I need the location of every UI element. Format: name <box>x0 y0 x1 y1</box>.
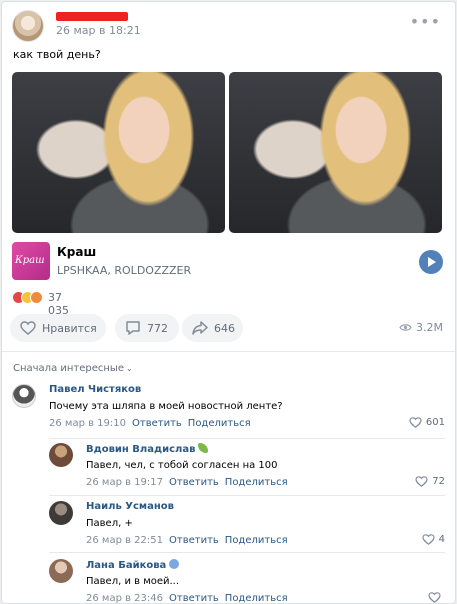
comment-like-button[interactable]: 4 <box>422 534 445 545</box>
reply-link[interactable]: Ответить <box>169 535 219 546</box>
heart-icon <box>20 321 36 335</box>
reply-link[interactable]: Ответить <box>132 418 182 429</box>
post-actions: Нравится 772 646 3.2M <box>10 314 447 342</box>
share-link[interactable]: Поделиться <box>188 418 251 429</box>
commenter-name-text: Вдовин Владислав <box>86 444 196 455</box>
comment-text: Павел, и в моей... <box>86 576 180 587</box>
play-icon[interactable] <box>419 250 443 274</box>
heart-icon <box>428 592 441 603</box>
heart-icon <box>415 476 428 487</box>
divider <box>2 351 455 352</box>
post-card: 26 мар в 18:21 ••• как твой день? Краш К… <box>1 1 456 604</box>
post-date[interactable]: 26 мар в 18:21 <box>56 24 141 37</box>
comment-date[interactable]: 26 мар в 19:17 <box>86 477 163 488</box>
eye-icon <box>399 324 412 331</box>
commenter-name[interactable]: Павел Чистяков <box>49 384 141 395</box>
reply-link[interactable]: Ответить <box>169 477 219 488</box>
audio-cover-text: Краш <box>15 255 45 266</box>
share-icon <box>192 321 208 335</box>
like-label: Нравится <box>42 321 97 335</box>
comment-likes: 72 <box>432 476 445 487</box>
commenter-name[interactable]: Вдовин Владислав <box>86 443 209 455</box>
comment-item: Наиль Усманов Павел, + 26 мар в 22:51 Отв… <box>49 495 445 555</box>
audio-attachment[interactable]: Краш Краш LPSHKAA, ROLDOZZZER <box>12 242 445 280</box>
comment-likes: 601 <box>425 417 445 428</box>
comment-date[interactable]: 26 мар в 23:46 <box>86 593 163 603</box>
comment-item: Лана Байкова Павел, и в моей... 26 мар в… <box>49 552 445 603</box>
comment-like-button[interactable]: 72 <box>415 476 445 487</box>
commenter-avatar[interactable] <box>49 443 73 467</box>
angry-reaction-icon <box>30 291 43 304</box>
comment-separator <box>49 438 445 439</box>
comment-meta: 26 мар в 19:17 Ответить Поделиться <box>86 477 288 488</box>
author-avatar[interactable] <box>12 10 44 42</box>
comments-sort-dropdown[interactable]: Сначала интересные ⌄ <box>13 363 133 374</box>
comment-like-button[interactable]: 601 <box>409 417 445 428</box>
share-link[interactable]: Поделиться <box>225 593 288 603</box>
comment-separator <box>49 495 445 496</box>
post-photo-1[interactable] <box>12 72 225 233</box>
comment-text: Почему эта шляпа в моей новостной ленте? <box>49 401 283 412</box>
share-button[interactable]: 646 <box>182 314 243 342</box>
comment-meta: 26 мар в 19:10 Ответить Поделиться <box>49 418 251 429</box>
more-horizontal-icon[interactable]: ••• <box>410 14 441 30</box>
post-text: как твой день? <box>13 48 101 61</box>
heart-icon <box>409 417 422 428</box>
comment-meta: 26 мар в 23:46 Ответить Поделиться <box>86 593 288 603</box>
share-link[interactable]: Поделиться <box>225 477 288 488</box>
heart-icon <box>422 534 435 545</box>
commenter-name[interactable]: Лана Байкова <box>86 559 180 571</box>
character-emoji-icon <box>169 559 180 569</box>
commenter-avatar[interactable] <box>12 384 36 408</box>
views-counter: 3.2M <box>399 321 443 334</box>
share-link[interactable]: Поделиться <box>225 535 288 546</box>
comment-likes: 4 <box>438 534 445 545</box>
commenter-avatar[interactable] <box>49 559 73 583</box>
comment-item: Вдовин Владислав Павел, чел, с тобой сог… <box>49 438 445 497</box>
like-button[interactable]: Нравится <box>10 314 106 342</box>
photo-grid <box>12 72 443 233</box>
author-name-redacted[interactable] <box>56 12 128 21</box>
chevron-down-icon: ⌄ <box>125 364 133 373</box>
comment-separator <box>49 552 445 553</box>
audio-artist[interactable]: LPSHKAA, ROLDOZZZER <box>57 264 191 277</box>
comment-text: Павел, чел, с тобой согласен на 100 <box>86 460 278 471</box>
audio-cover: Краш <box>12 242 50 280</box>
commenter-name-text: Лана Байкова <box>86 560 167 571</box>
post-photo-2[interactable] <box>229 72 442 233</box>
comment-button[interactable]: 772 <box>115 314 179 342</box>
audio-title[interactable]: Краш <box>57 245 96 259</box>
comments-count: 772 <box>147 321 168 335</box>
leaf-emoji-icon <box>198 443 209 453</box>
comment-text: Павел, + <box>86 518 133 529</box>
comments-sort-label: Сначала интересные <box>13 363 124 374</box>
post-header: 26 мар в 18:21 ••• <box>12 10 445 42</box>
comment-date[interactable]: 26 мар в 22:51 <box>86 535 163 546</box>
reply-link[interactable]: Ответить <box>169 593 219 603</box>
comment-item: Павел Чистяков Почему эта шляпа в моей н… <box>12 382 445 438</box>
comment-meta: 26 мар в 22:51 Ответить Поделиться <box>86 535 288 546</box>
commenter-name[interactable]: Наиль Усманов <box>86 501 174 512</box>
comment-date[interactable]: 26 мар в 19:10 <box>49 418 126 429</box>
comment-icon <box>126 321 140 335</box>
commenter-avatar[interactable] <box>49 501 73 525</box>
shares-count: 646 <box>214 321 235 335</box>
comment-like-button[interactable] <box>428 592 445 603</box>
views-count: 3.2M <box>416 321 443 334</box>
